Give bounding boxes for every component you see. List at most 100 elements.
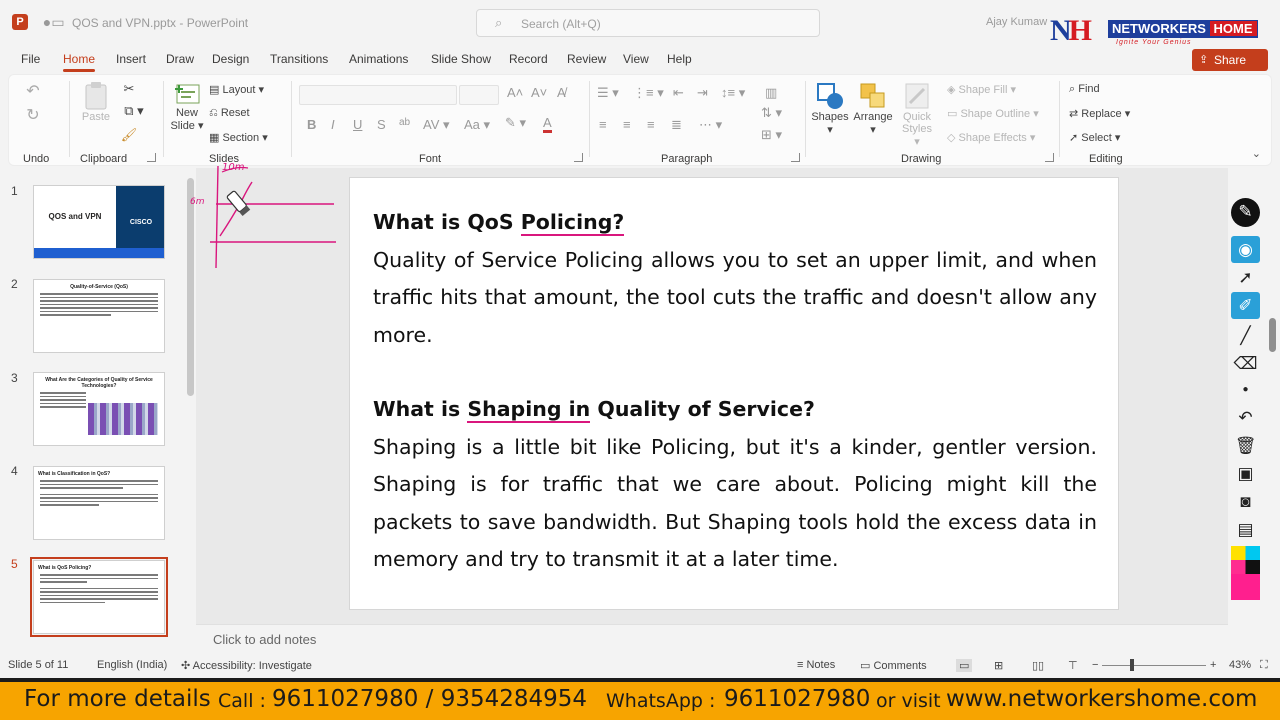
section-button[interactable]: ▦ Section ▾ — [209, 131, 268, 144]
undo-icon[interactable]: ↶ — [23, 81, 43, 101]
notes-pane[interactable]: Click to add notes — [196, 624, 1228, 654]
slide-canvas[interactable]: What is QoS Policing? Quality of Service… — [349, 177, 1119, 610]
select-button[interactable]: ➚ Select ▾ — [1069, 131, 1120, 144]
shape-fill-button[interactable]: ◈ Shape Fill ▾ — [947, 83, 1016, 96]
slideshow-icon[interactable]: ⊤ — [1068, 659, 1078, 672]
clipboard-icon[interactable]: ▤ — [1231, 516, 1260, 543]
find-button[interactable]: ⌕ Find — [1069, 83, 1100, 96]
tab-design[interactable]: Design — [212, 52, 249, 66]
layout-button[interactable]: ▤ Layout ▾ — [209, 83, 264, 96]
copy-icon[interactable]: ⧉ ▾ — [119, 103, 149, 119]
bold-button[interactable]: B — [307, 117, 316, 132]
tab-insert[interactable]: Insert — [116, 52, 146, 66]
pen-icon[interactable]: ╱ — [1231, 322, 1260, 349]
whiteboard-icon[interactable]: ▣ — [1231, 460, 1260, 487]
underline-button[interactable]: U — [353, 117, 362, 132]
tab-home[interactable]: Home — [63, 52, 96, 72]
dot-icon[interactable]: ● — [1231, 376, 1260, 403]
numbering-icon[interactable]: ⋮≡ ▾ — [633, 85, 664, 101]
quick-styles-button[interactable]: Quick Styles ▾ — [899, 81, 935, 148]
drawing-launcher-icon[interactable] — [1045, 153, 1054, 162]
reading-view-icon[interactable]: ▯▯ — [1032, 659, 1044, 672]
eraser-icon[interactable]: ⌫ — [1231, 350, 1260, 377]
text-direction-icon[interactable]: ⇅ ▾ — [761, 105, 782, 121]
tab-record[interactable]: Record — [509, 52, 548, 66]
eye-icon[interactable]: ◉ — [1231, 236, 1260, 263]
editor-scrollbar[interactable] — [1266, 168, 1280, 608]
text-shadow-icon[interactable]: ab — [399, 117, 410, 128]
tab-help[interactable]: Help — [667, 52, 692, 66]
italic-button[interactable]: I — [331, 117, 335, 132]
change-case-icon[interactable]: Aa ▾ — [464, 117, 490, 133]
tab-animations[interactable]: Animations — [349, 52, 408, 66]
strikethrough-button[interactable]: S — [377, 117, 386, 132]
tab-file[interactable]: File — [21, 52, 40, 66]
character-spacing-icon[interactable]: AV ▾ — [423, 117, 450, 133]
paragraph-launcher-icon[interactable] — [791, 153, 800, 162]
decrease-indent-icon[interactable]: ⇤ — [673, 85, 684, 101]
collapse-ribbon-icon[interactable]: ⌄ — [1252, 147, 1261, 160]
camera-icon[interactable]: ◙ — [1231, 488, 1260, 515]
line-spacing-icon[interactable]: ↕≡ ▾ — [721, 85, 745, 101]
shape-effects-button[interactable]: ◇ Shape Effects ▾ — [947, 131, 1035, 144]
color-swatch-pink-black[interactable] — [1231, 560, 1260, 574]
undo-stroke-icon[interactable]: ↶ — [1231, 404, 1260, 431]
replace-button[interactable]: ⇄ Replace ▾ — [1069, 107, 1130, 120]
decrease-font-icon[interactable]: A˅ — [531, 85, 547, 100]
slide-thumbnail-3[interactable]: What Are the Categories of Quality of Se… — [33, 372, 165, 446]
normal-view-icon[interactable]: ▭ — [956, 659, 973, 672]
font-name-input[interactable] — [299, 85, 457, 105]
font-size-input[interactable] — [459, 85, 499, 105]
slide-thumbnail-5[interactable]: What is QoS Policing? — [30, 557, 168, 637]
font-launcher-icon[interactable] — [574, 153, 583, 162]
comments-button[interactable]: ▭ Comments — [860, 659, 927, 672]
column-spacing-icon[interactable]: ⋯ ▾ — [699, 117, 722, 133]
notes-button[interactable]: ≡ Notes — [797, 659, 835, 671]
bullets-icon[interactable]: ☰ ▾ — [597, 85, 619, 101]
zoom-slider-knob[interactable] — [1130, 659, 1134, 671]
slide-thumbnail-4[interactable]: What is Classification in QoS? — [33, 466, 165, 540]
align-right-icon[interactable]: ≡ — [647, 117, 655, 132]
tab-draw[interactable]: Draw — [166, 52, 194, 66]
new-slide-button[interactable]: New Slide ▾ — [169, 81, 205, 132]
color-swatch-active[interactable] — [1231, 574, 1260, 600]
slide-sorter-icon[interactable]: ⊞ — [994, 659, 1003, 672]
format-painter-icon[interactable]: 🖌 — [119, 127, 139, 143]
columns-icon[interactable]: ▥ — [765, 85, 777, 101]
tab-transitions[interactable]: Transitions — [270, 52, 328, 66]
shapes-button[interactable]: Shapes ▾ — [811, 81, 849, 136]
save-icon[interactable]: ▭ — [48, 13, 68, 31]
zoom-in-icon[interactable]: + — [1210, 659, 1216, 671]
accessibility-button[interactable]: ✣ Accessibility: Investigate — [181, 659, 312, 672]
tab-view[interactable]: View — [623, 52, 649, 66]
increase-indent-icon[interactable]: ⇥ — [697, 85, 708, 101]
tab-review[interactable]: Review — [567, 52, 606, 66]
zoom-slider[interactable] — [1102, 665, 1206, 666]
color-swatch-yellow-cyan[interactable] — [1231, 546, 1260, 560]
slide-thumbnail-1[interactable]: QOS and VPN CISCO — [33, 185, 165, 259]
clipboard-launcher-icon[interactable] — [147, 153, 156, 162]
search-box[interactable]: ⌕ Search (Alt+Q) — [476, 9, 820, 37]
slide-text-box[interactable]: What is QoS Policing? Quality of Service… — [373, 204, 1097, 579]
align-center-icon[interactable]: ≡ — [623, 117, 631, 132]
trash-icon[interactable]: 🗑 — [1231, 432, 1260, 459]
slide-thumbnail-2[interactable]: Quality-of-Service (QoS) — [33, 279, 165, 353]
cursor-icon[interactable]: ➚ — [1231, 264, 1260, 291]
user-name[interactable]: Ajay Kumaw — [986, 16, 1047, 28]
fit-to-window-icon[interactable]: ⛶ — [1260, 659, 1268, 672]
increase-font-icon[interactable]: A˄ — [507, 85, 523, 100]
paste-button[interactable]: Paste — [79, 81, 113, 123]
zoom-level[interactable]: 43% — [1229, 659, 1251, 671]
highlighter-icon[interactable]: ✐ — [1231, 292, 1260, 319]
smartart-icon[interactable]: ⊞ ▾ — [761, 127, 782, 143]
zoom-out-icon[interactable]: − — [1092, 659, 1098, 671]
pen-app-logo-icon[interactable]: ✎ — [1231, 198, 1260, 227]
clear-format-icon[interactable]: A̸ — [557, 85, 566, 100]
share-button[interactable]: ⇪ Share — [1192, 49, 1268, 71]
reset-button[interactable]: ⎌ Reset — [209, 107, 250, 120]
cut-icon[interactable]: ✂ — [119, 81, 139, 97]
redo-icon[interactable]: ↻ — [23, 105, 43, 125]
highlight-icon[interactable]: ✎ ▾ — [505, 115, 526, 131]
tab-slide-show[interactable]: Slide Show — [431, 52, 491, 66]
justify-icon[interactable]: ≣ — [671, 117, 682, 133]
